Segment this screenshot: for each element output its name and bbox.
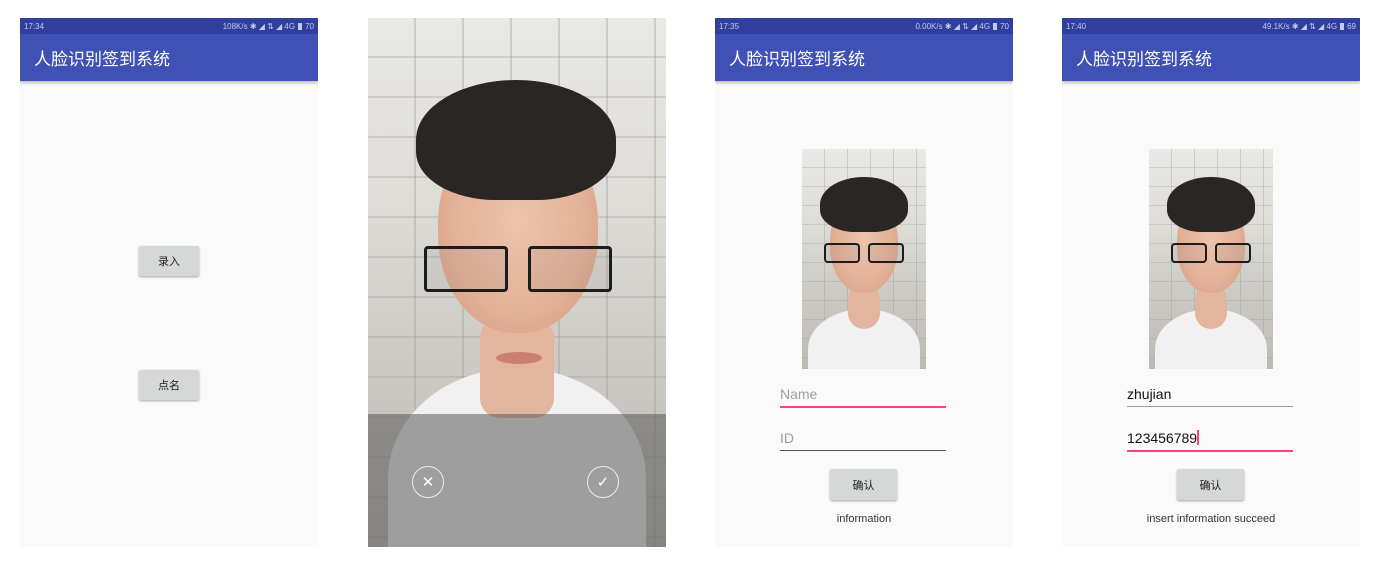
- screen-main-menu: 17:34 108K/s ✱ ◢ ⇅ ◢ 4G 70 人脸识别签到系统 录入 点…: [20, 18, 318, 547]
- name-field[interactable]: zhujian: [1127, 386, 1171, 402]
- confirm-button[interactable]: 确认: [1177, 469, 1244, 500]
- id-field-underline: [1127, 450, 1293, 452]
- status-bar: 17:35 0.00K/s ✱ ◢ ⇅ ◢ 4G 70: [715, 18, 1013, 34]
- id-field-value: 123456789: [1127, 430, 1198, 446]
- check-icon[interactable]: ✓: [587, 466, 619, 498]
- status-bar: 17:34 108K/s ✱ ◢ ⇅ ◢ 4G 70: [20, 18, 318, 34]
- battery-level: 69: [1347, 21, 1356, 31]
- close-icon[interactable]: ✕: [412, 466, 444, 498]
- app-title: 人脸识别签到系统: [34, 50, 170, 70]
- camera-controls-overlay: ✕ ✓: [368, 414, 666, 547]
- text-cursor: [1197, 430, 1200, 445]
- battery-icon: [993, 22, 998, 30]
- status-bar: 17:40 49.1K/s ✱ ◢ ⇅ ◢ 4G 69: [1062, 18, 1360, 34]
- captured-face-photo: [802, 149, 926, 369]
- captured-face-photo: [1149, 149, 1273, 369]
- status-message: information: [836, 513, 892, 525]
- name-field[interactable]: Name: [780, 386, 817, 402]
- app-title: 人脸识别签到系统: [729, 50, 865, 70]
- screen-enroll-success: 17:40 49.1K/s ✱ ◢ ⇅ ◢ 4G 69 人脸识别签到系统 zhu…: [1062, 18, 1360, 547]
- app-bar: 人脸识别签到系统: [715, 34, 1013, 81]
- status-time: 17:35: [719, 21, 740, 31]
- status-message: insert information succeed: [1146, 513, 1276, 525]
- screen-enroll-form: 17:35 0.00K/s ✱ ◢ ⇅ ◢ 4G 70 人脸识别签到系统 Nam…: [715, 18, 1013, 547]
- battery-level: 70: [305, 21, 314, 31]
- name-field-underline: [780, 406, 946, 408]
- name-field-underline: [1127, 406, 1293, 407]
- screen-camera: ✕ ✓: [368, 18, 666, 547]
- status-time: 17:40: [1066, 21, 1087, 31]
- id-field[interactable]: 123456789: [1127, 430, 1200, 446]
- status-network: 0.00K/s ✱ ◢ ⇅ ◢ 4G: [915, 21, 991, 31]
- status-network: 108K/s ✱ ◢ ⇅ ◢ 4G: [222, 21, 296, 31]
- app-bar: 人脸识别签到系统: [20, 34, 318, 81]
- app-bar: 人脸识别签到系统: [1062, 34, 1360, 81]
- status-network: 49.1K/s ✱ ◢ ⇅ ◢ 4G: [1262, 21, 1338, 31]
- id-field[interactable]: ID: [780, 430, 794, 446]
- battery-icon: [298, 22, 303, 30]
- battery-level: 70: [1000, 21, 1009, 31]
- status-time: 17:34: [24, 21, 45, 31]
- enroll-button[interactable]: 录入: [139, 246, 199, 276]
- id-field-underline: [780, 450, 946, 451]
- confirm-button[interactable]: 确认: [830, 469, 897, 500]
- battery-icon: [1340, 22, 1345, 30]
- rollcall-button[interactable]: 点名: [139, 370, 199, 400]
- app-title: 人脸识别签到系统: [1076, 50, 1212, 70]
